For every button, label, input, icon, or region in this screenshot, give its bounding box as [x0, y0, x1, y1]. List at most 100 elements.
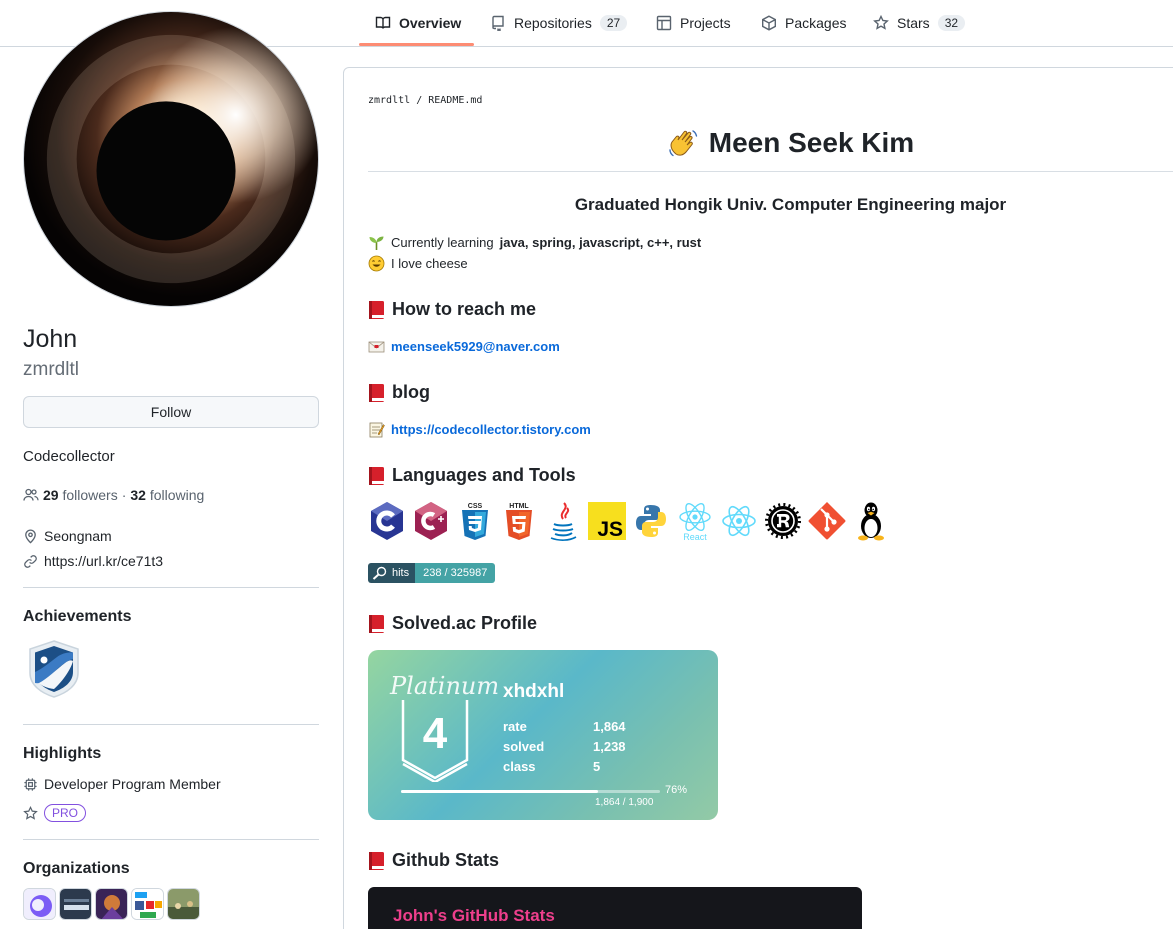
solved-progress-fill	[401, 790, 598, 793]
red-book-icon	[369, 851, 384, 870]
cpp-icon	[415, 502, 447, 540]
solved-stat-row: rate 1,864	[503, 716, 626, 736]
star-icon	[873, 15, 889, 30]
follow-separator: ·	[121, 487, 127, 503]
solved-heading-text: Solved.ac Profile	[392, 613, 538, 633]
email-link[interactable]: meenseek5929@naver.com	[391, 339, 560, 354]
html5-logo[interactable]: HTML	[500, 500, 538, 542]
css3-logo[interactable]: CSS	[456, 500, 494, 542]
solved-stat-key: class	[503, 758, 536, 774]
book-icon	[375, 16, 391, 29]
tab-overview[interactable]: Overview	[375, 0, 461, 46]
profile-location: Seongnam	[23, 528, 112, 544]
cheese-text: I love cheese	[391, 256, 468, 271]
people-icon	[23, 488, 39, 501]
github-stats-card[interactable]: John's GitHub Stats	[368, 887, 862, 929]
react-native-logo[interactable]	[720, 500, 758, 542]
svg-text:JS: JS	[597, 518, 623, 541]
solved-progress-bar	[401, 790, 660, 793]
cheese-line: I love cheese	[368, 255, 468, 272]
org-avatar-image	[24, 889, 55, 919]
highlights-heading: Highlights	[23, 745, 102, 762]
solved-stat-key: rate	[503, 718, 527, 734]
tools-icons-row: CSS HTML JS React	[368, 500, 890, 542]
tab-packages[interactable]: Packages	[761, 0, 846, 46]
tab-overview-label: Overview	[399, 15, 462, 31]
highlight-pro: PRO	[23, 804, 87, 822]
org-avatar-image	[96, 889, 127, 919]
red-book-icon	[369, 383, 384, 402]
readme-path-separator: /	[416, 95, 423, 106]
avatar[interactable]	[23, 11, 319, 307]
linux-tux-icon	[858, 502, 884, 541]
repo-icon	[492, 15, 504, 31]
memo-icon	[369, 422, 385, 438]
javascript-icon: JS	[588, 502, 626, 541]
tab-projects[interactable]: Projects	[656, 0, 731, 46]
solved-stat-value: 1,864	[593, 718, 626, 734]
svg-text:CSS: CSS	[468, 503, 483, 510]
rust-logo[interactable]	[764, 500, 802, 542]
react-logo[interactable]: React	[676, 500, 714, 542]
hits-value: 238 / 325987	[415, 563, 496, 583]
org-avatar[interactable]	[131, 888, 164, 920]
project-icon	[656, 15, 672, 31]
achievement-badge[interactable]	[27, 639, 81, 699]
tab-stars[interactable]: Stars 32	[873, 0, 966, 46]
location-icon	[25, 529, 36, 543]
solved-stat-row: class 5	[503, 756, 626, 776]
learning-items: java, spring, javascript, c++, rust	[499, 235, 702, 250]
solved-stat-row: solved 1,238	[503, 736, 626, 756]
solved-stat-key: solved	[503, 738, 545, 754]
hits-counter-badge[interactable]: hits 238 / 325987	[368, 563, 496, 583]
solved-progress-text: 1,864 / 1,900	[595, 797, 654, 808]
c-logo[interactable]	[368, 500, 406, 542]
tier-level: 4	[423, 709, 448, 758]
org-avatar-image	[168, 889, 199, 919]
readme-path: zmrdltl / README.md	[368, 95, 482, 106]
java-icon	[550, 502, 577, 541]
pro-badge: PRO	[44, 804, 87, 822]
org-avatar[interactable]	[95, 888, 128, 920]
org-avatar[interactable]	[23, 888, 56, 920]
cpu-icon	[24, 777, 37, 791]
stars-count: 32	[937, 15, 966, 31]
solved-ac-card[interactable]: Platinum 4 xhdxhl rate 1,864 solved 1,238 …	[368, 650, 718, 820]
git-logo[interactable]	[808, 500, 846, 542]
package-icon	[762, 15, 776, 31]
highlight-member-text: Developer Program Member	[44, 776, 221, 792]
readme-subtitle: Graduated Hongik Univ. Computer Engineer…	[574, 195, 1007, 214]
tab-projects-label: Projects	[680, 15, 731, 31]
javascript-logo[interactable]: JS	[588, 500, 626, 542]
repositories-count: 27	[599, 15, 628, 31]
readme-title: Meen Seek Kim	[368, 127, 1173, 159]
website-link[interactable]: https://url.kr/ce71t3	[44, 553, 163, 569]
org-avatar[interactable]	[59, 888, 92, 920]
java-logo[interactable]	[544, 500, 582, 542]
blog-heading: blog	[368, 382, 430, 403]
linux-logo[interactable]	[852, 500, 890, 542]
highlight-developer-program: Developer Program Member	[23, 776, 221, 792]
link-icon	[24, 554, 37, 568]
followers-link[interactable]: 29 followers	[43, 487, 118, 503]
react-label: React	[683, 532, 707, 542]
python-logo[interactable]	[632, 500, 670, 542]
profile-full-name: John	[23, 325, 78, 353]
html5-icon: HTML	[506, 503, 532, 540]
following-link[interactable]: 32 following	[130, 487, 204, 503]
follow-button[interactable]: Follow	[23, 396, 319, 428]
readme-path-user[interactable]: zmrdltl	[368, 95, 410, 106]
hits-badge-left: hits	[368, 563, 416, 583]
cpp-logo[interactable]	[412, 500, 450, 542]
react-native-icon	[722, 505, 756, 537]
css3-icon: CSS	[462, 503, 488, 540]
python-icon	[636, 505, 666, 537]
red-book-icon	[369, 466, 384, 485]
blog-link[interactable]: https://codecollector.tistory.com	[391, 422, 591, 437]
tab-repositories[interactable]: Repositories 27	[490, 0, 628, 46]
org-avatar[interactable]	[167, 888, 200, 920]
learning-prefix: Currently learning	[391, 235, 494, 250]
blog-line: https://codecollector.tistory.com	[368, 421, 591, 438]
red-book-icon	[369, 614, 384, 633]
solved-stat-value: 1,238	[593, 738, 626, 754]
